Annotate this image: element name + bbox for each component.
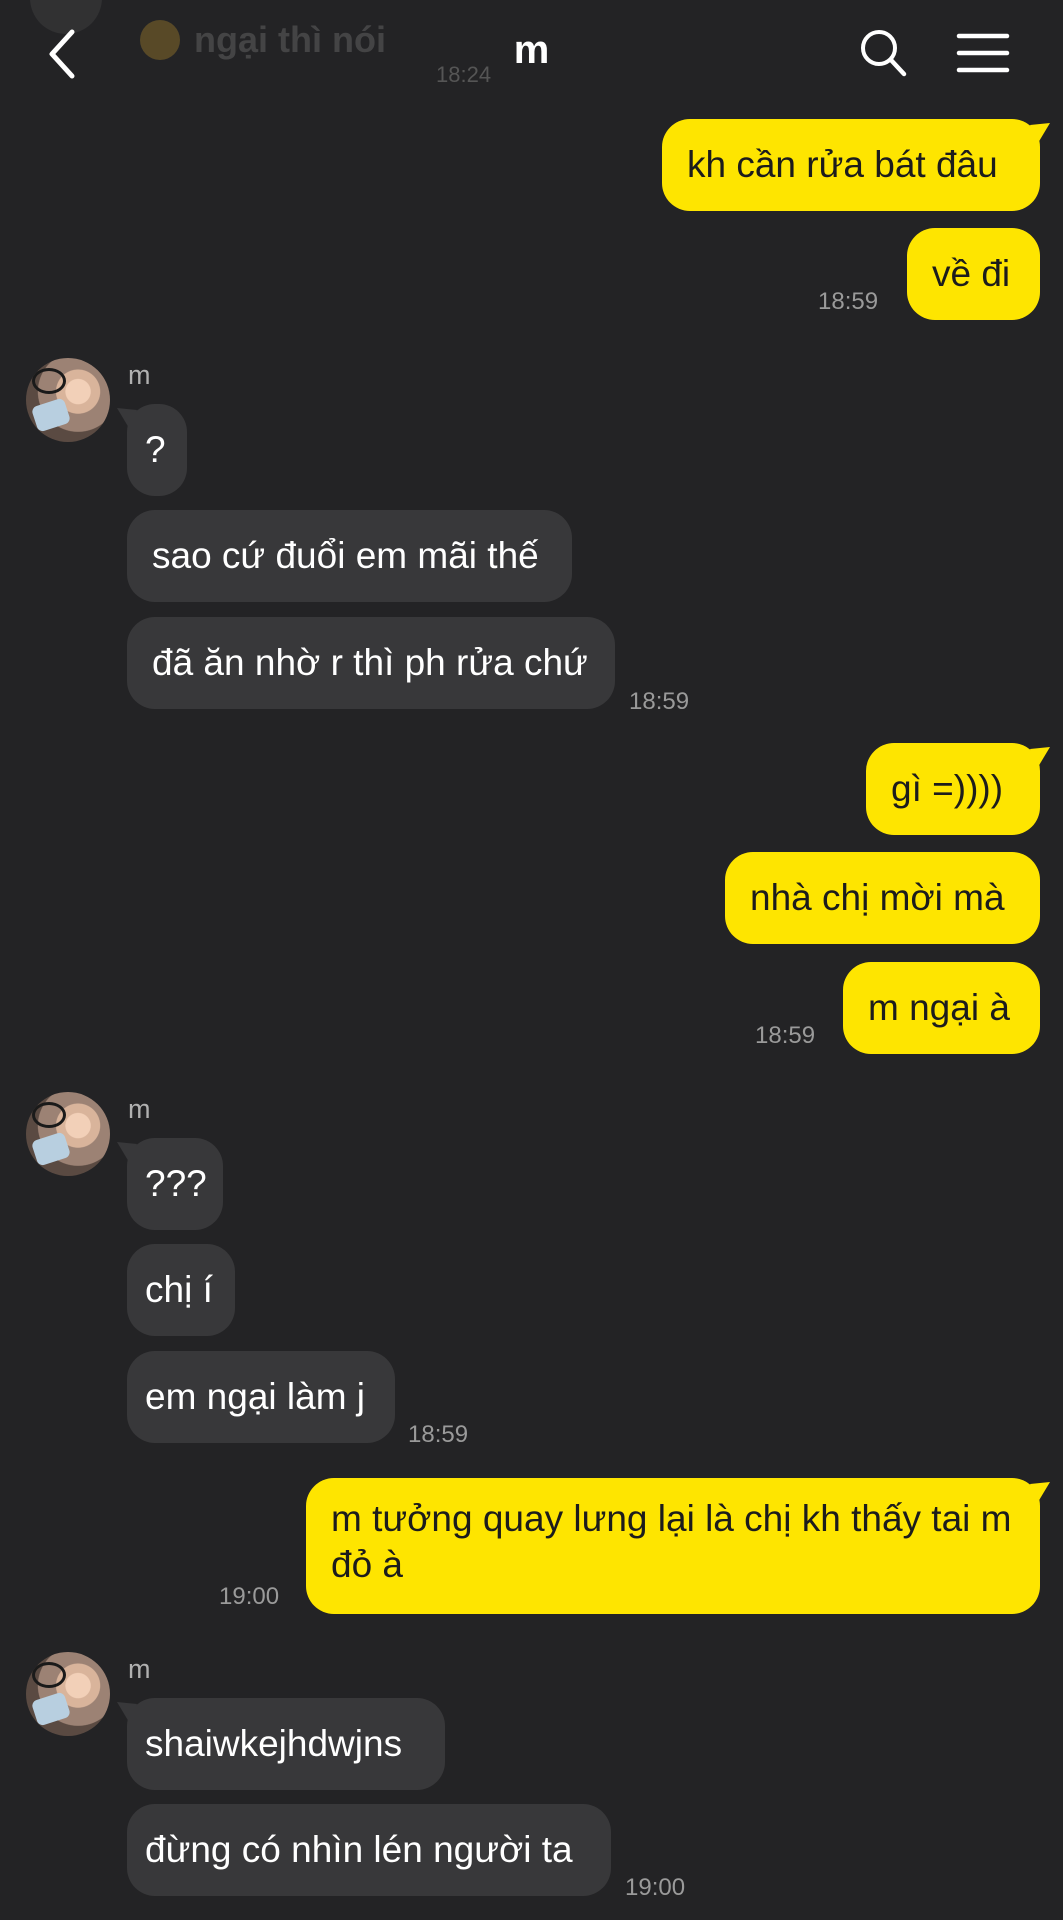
message-bubble-incoming[interactable]: đã ăn nhờ r thì ph rửa chứ [127, 617, 615, 709]
avatar[interactable] [26, 1092, 110, 1176]
message-bubble-incoming[interactable]: sao cứ đuổi em mãi thế [127, 510, 572, 602]
bubble-tail-icon [117, 1142, 137, 1162]
bubble-tail-icon [117, 408, 137, 428]
chat-header: ngại thì nói 18:24 m [0, 0, 1063, 110]
message-text: shaiwkejhdwjns [145, 1723, 403, 1764]
message-text: đừng có nhìn lén người ta [145, 1829, 573, 1870]
message-text: m tưởng quay lưng lại là chị kh thấy tai… [331, 1498, 1012, 1585]
message-time: 18:59 [408, 1421, 469, 1448]
message-text: m ngại à [868, 987, 1010, 1028]
bubble-tail-icon [1030, 1482, 1050, 1502]
message-text: nhà chị mời mà [750, 877, 1005, 918]
sender-name: m [128, 360, 151, 390]
message-text: ? [145, 429, 166, 470]
search-icon [861, 30, 907, 77]
message-time: 19:00 [219, 1583, 280, 1610]
message-text: đã ăn nhờ r thì ph rửa chứ [152, 642, 588, 683]
message-time: 18:59 [629, 688, 690, 715]
avatar[interactable] [26, 358, 110, 442]
message-bubble-incoming[interactable]: shaiwkejhdwjns [117, 1698, 445, 1790]
message-time: 18:59 [818, 288, 879, 315]
message-bubble-outgoing[interactable]: m ngại à [843, 962, 1040, 1054]
menu-icon [956, 33, 1010, 73]
message-text: ??? [145, 1163, 207, 1204]
message-text: em ngại làm j [145, 1376, 366, 1417]
message-bubble-outgoing[interactable]: kh cần rửa bát đâu [662, 119, 1050, 211]
message-bubble-outgoing[interactable]: m tưởng quay lưng lại là chị kh thấy tai… [306, 1478, 1050, 1614]
message-bubble-outgoing[interactable]: về đi [907, 228, 1040, 320]
sender-name: m [128, 1094, 151, 1124]
message-bubble-incoming[interactable]: ? [117, 404, 187, 496]
message-bubble-incoming[interactable]: ??? [117, 1138, 223, 1230]
message-bubble-outgoing[interactable]: gì =)))) [866, 743, 1050, 835]
message-bubble-incoming[interactable]: em ngại làm j [127, 1351, 395, 1443]
message-text: sao cứ đuổi em mãi thế [152, 535, 539, 576]
message-time: 19:00 [625, 1874, 686, 1901]
search-button[interactable] [858, 26, 908, 80]
message-time: 18:59 [755, 1022, 816, 1049]
message-bubble-outgoing[interactable]: nhà chị mời mà [725, 852, 1040, 944]
menu-button[interactable] [955, 30, 1011, 76]
bubble-tail-icon [1030, 747, 1050, 767]
message-text: gì =)))) [891, 768, 1004, 809]
message-bubble-incoming[interactable]: chị í [127, 1244, 235, 1336]
bubble-tail-icon [1030, 123, 1050, 143]
message-text: về đi [932, 253, 1011, 294]
avatar[interactable] [26, 1652, 110, 1736]
message-text: kh cần rửa bát đâu [687, 144, 998, 185]
sender-name: m [128, 1654, 151, 1684]
message-bubble-incoming[interactable]: đừng có nhìn lén người ta [127, 1804, 611, 1896]
bubble-tail-icon [117, 1702, 137, 1722]
message-text: chị í [145, 1269, 213, 1310]
